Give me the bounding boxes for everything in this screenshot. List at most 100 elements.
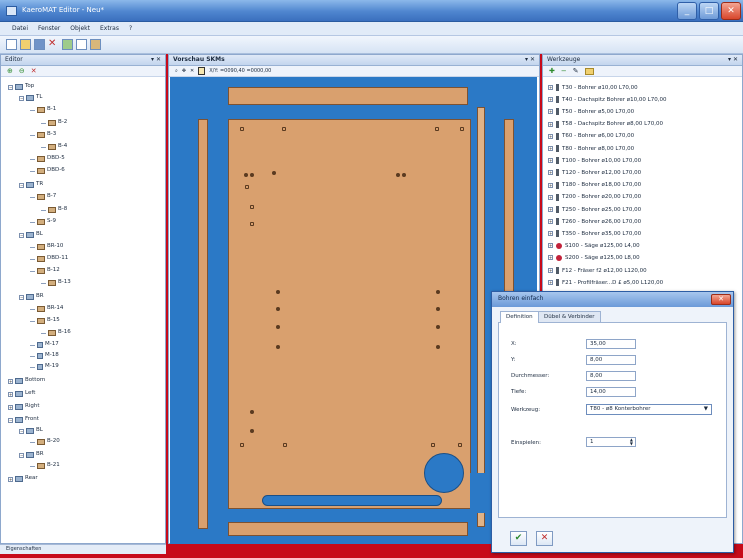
menu-help[interactable]: ?	[129, 25, 132, 32]
tool-item[interactable]: + T80 - Bohrer ø8,00 L70,00	[548, 145, 634, 152]
copy-icon[interactable]	[76, 39, 87, 50]
drill-hole[interactable]	[460, 127, 464, 131]
bottom-edge-board[interactable]	[228, 522, 468, 536]
tree-node[interactable]: M-17	[30, 342, 59, 348]
expand-icon[interactable]: +	[548, 231, 553, 237]
tree-node[interactable]: B-13	[41, 280, 71, 286]
drill-hole[interactable]	[250, 222, 254, 226]
tool-item[interactable]: + T50 - Bohrer ø5,00 L70,00	[548, 108, 634, 116]
menu-window[interactable]: Fenster	[38, 25, 60, 32]
ok-button[interactable]: ✔	[510, 531, 527, 546]
tree-node[interactable]: − TR	[19, 182, 43, 188]
expand-icon[interactable]: +	[8, 391, 13, 397]
tool-item[interactable]: + T30 - Bohrer ø10,00 L70,00	[548, 84, 638, 91]
tree-node[interactable]: − Front	[8, 417, 39, 423]
select-icon[interactable]	[198, 67, 206, 75]
edit-tool-icon[interactable]: ✎	[573, 67, 579, 75]
add-tool-icon[interactable]: ✚	[549, 67, 555, 75]
collapse-icon[interactable]: −	[19, 428, 24, 434]
menu-file[interactable]: Datei	[12, 25, 28, 32]
drill-hole[interactable]	[458, 443, 462, 447]
tree-node[interactable]: B-2	[41, 120, 67, 126]
drill-point[interactable]	[250, 173, 254, 177]
tree-node[interactable]: − TL	[19, 95, 42, 101]
drill-point[interactable]	[402, 173, 406, 177]
tool-item[interactable]: + F12 - Fräser f2 ø12,00 L120,00	[548, 267, 647, 274]
tree-node[interactable]: B-12	[30, 268, 60, 274]
tool-item[interactable]: + T250 - Bohrer ø25,00 L70,00	[548, 206, 641, 213]
tree-node[interactable]: BR-10	[30, 244, 63, 250]
drill-point[interactable]	[436, 290, 440, 294]
tool-item[interactable]: + T58 - Dachspitz Bohrer ø8,00 L70,00	[548, 120, 663, 128]
expand-icon[interactable]: +	[548, 170, 553, 176]
menu-extras[interactable]: Extras	[100, 25, 119, 32]
expand-icon[interactable]: +	[548, 109, 553, 115]
drill-hole[interactable]	[282, 127, 286, 131]
tree-node[interactable]: M-18	[30, 353, 59, 359]
pan-icon[interactable]: ✥	[182, 68, 186, 74]
tree-node[interactable]: B-21	[30, 463, 60, 469]
tree-node[interactable]: − BR	[19, 294, 44, 300]
remove-tool-icon[interactable]: −	[561, 67, 567, 75]
tree-node[interactable]: B-20	[30, 439, 60, 445]
tool-item[interactable]: + F21 - Profilfräser...D £ ø5,00 L120,00	[548, 279, 663, 287]
drill-hole[interactable]	[435, 127, 439, 131]
close-button[interactable]: ✕	[721, 2, 741, 20]
tab-definition[interactable]: Definition	[500, 311, 539, 323]
expand-icon[interactable]: +	[8, 404, 13, 410]
tree-node[interactable]: + Bottom	[8, 378, 45, 384]
drill-hole[interactable]	[431, 443, 435, 447]
tree-node[interactable]: B-1	[30, 107, 56, 113]
left-edge-board[interactable]	[198, 119, 208, 529]
preview-tab[interactable]: Vorschau SKMs	[173, 56, 225, 63]
tree-node[interactable]: B-7	[30, 194, 56, 200]
open-file-icon[interactable]	[20, 39, 31, 50]
expand-icon[interactable]: +	[548, 97, 553, 103]
tree-node[interactable]: − BL	[19, 428, 43, 434]
depth-input[interactable]: 14,00	[586, 387, 636, 397]
pin-icon[interactable]: ▾ ✕	[151, 55, 161, 65]
tool-item[interactable]: + T350 - Bohrer ø35,00 L70,00	[548, 230, 641, 238]
drill-point[interactable]	[276, 307, 280, 311]
drill-hole[interactable]	[250, 205, 254, 209]
save-icon[interactable]	[34, 39, 45, 50]
tree-node[interactable]: + Rear	[8, 476, 38, 482]
tool-item[interactable]: + T120 - Bohrer ø12,00 L70,00	[548, 169, 641, 177]
collapse-icon[interactable]: −	[19, 95, 24, 101]
new-file-icon[interactable]	[6, 39, 17, 50]
tool-item[interactable]: + T40 - Dachspitz Bohrer ø10,00 L70,00	[548, 96, 666, 104]
collapse-icon[interactable]: −	[19, 232, 24, 238]
expand-icon[interactable]: +	[548, 121, 553, 127]
tree-node[interactable]: + Right	[8, 404, 39, 410]
status-text[interactable]: Eigenschaften	[6, 546, 41, 552]
drill-point[interactable]	[436, 307, 440, 311]
expand-icon[interactable]: +	[8, 378, 13, 384]
tab-dowels[interactable]: Dübel & Verbinder	[538, 311, 601, 322]
drill-hole[interactable]	[283, 443, 287, 447]
expand-icon[interactable]: +	[548, 255, 553, 261]
collapse-icon[interactable]: −	[8, 84, 13, 90]
collapse-icon[interactable]: −	[19, 182, 24, 188]
expand-icon[interactable]: +	[548, 146, 553, 151]
tree-node[interactable]: B-3	[30, 132, 56, 138]
tool-item[interactable]: + S200 - Säge ø125,00 L8,00	[548, 254, 640, 261]
tool-item[interactable]: + T260 - Bohrer ø26,00 L70,00	[548, 218, 641, 226]
stepper-arrows-icon[interactable]: ▲ ▼	[630, 438, 633, 446]
minimize-button[interactable]: _	[677, 2, 697, 20]
collapse-all-icon[interactable]: ⊖	[19, 67, 25, 75]
tools-pin-icon[interactable]: ▾ ✕	[728, 55, 738, 65]
expand-icon[interactable]: +	[548, 133, 553, 139]
preview-canvas[interactable]	[170, 77, 537, 544]
tree-node[interactable]: DBD-11	[30, 256, 68, 262]
expand-icon[interactable]: +	[548, 243, 553, 249]
tree-node[interactable]: − Top	[8, 84, 34, 90]
preview-close-icon[interactable]: ▾ ✕	[525, 55, 535, 65]
tree-node[interactable]: − BR	[19, 452, 44, 458]
folder-icon[interactable]	[584, 67, 594, 75]
tool-select[interactable]: T80 - ø8 Konterbohrer ▼	[586, 404, 712, 415]
count-stepper[interactable]: 1 ▲ ▼	[586, 437, 636, 447]
expand-icon[interactable]: +	[548, 182, 553, 188]
close-view-icon[interactable]: ✕	[190, 68, 194, 74]
tree-node[interactable]: DBD-6	[30, 168, 65, 174]
tree-node[interactable]: M-19	[30, 364, 59, 370]
